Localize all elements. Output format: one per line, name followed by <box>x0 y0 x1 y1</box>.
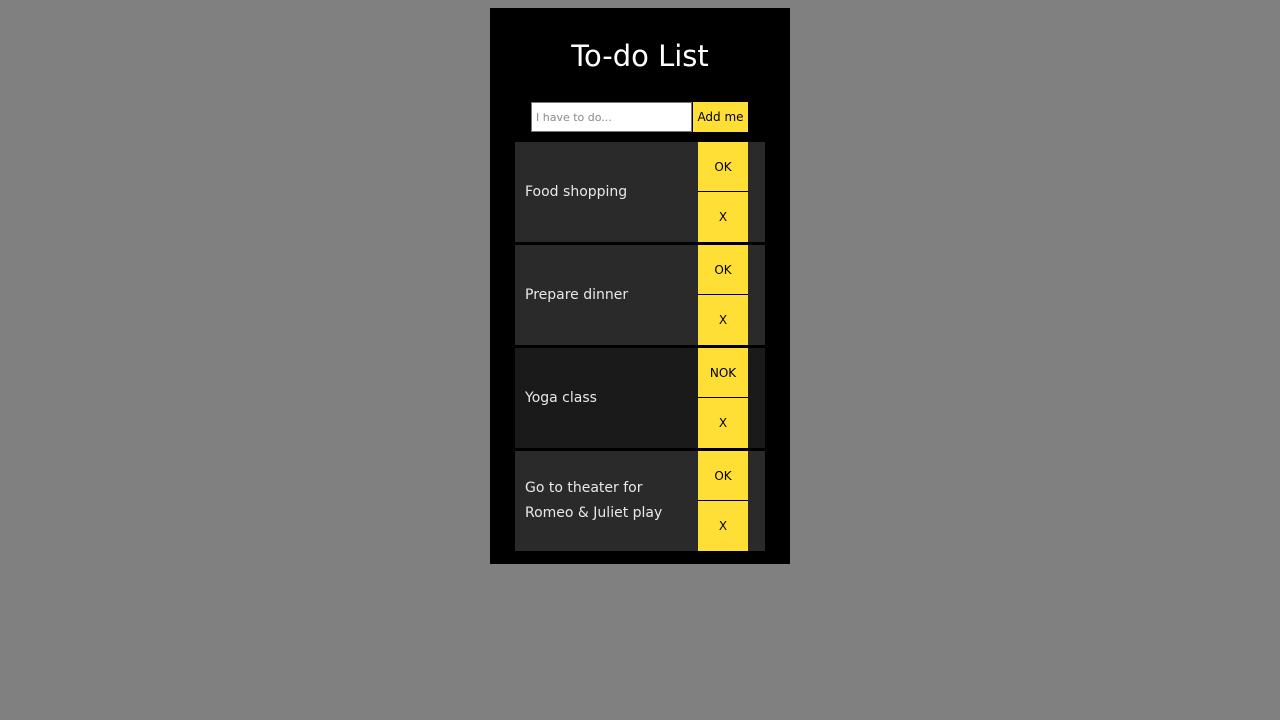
task-text: Food shopping <box>525 183 628 200</box>
task-list: Food shopping OK X Prepare dinner OK X Y… <box>515 142 765 554</box>
task-text: Go to theater for Romeo & Juliet play <box>525 480 663 521</box>
toggle-done-button[interactable]: OK <box>698 142 748 192</box>
toggle-done-button[interactable]: OK <box>698 245 748 295</box>
task-input[interactable] <box>531 102 692 132</box>
page-title: To-do List <box>571 39 709 73</box>
task-actions: OK X <box>698 451 748 551</box>
task-actions: OK X <box>698 142 748 242</box>
add-task-button[interactable]: Add me <box>693 102 748 132</box>
delete-task-button[interactable]: X <box>698 192 748 242</box>
task-row: Prepare dinner OK X <box>515 245 765 345</box>
task-row: Go to theater for Romeo & Juliet play OK… <box>515 451 765 551</box>
task-row: Food shopping OK X <box>515 142 765 242</box>
delete-task-button[interactable]: X <box>698 398 748 448</box>
todo-card: To-do List Add me Food shopping OK X Pre… <box>490 8 790 564</box>
toggle-done-button[interactable]: NOK <box>698 348 748 398</box>
task-text: Prepare dinner <box>525 286 629 303</box>
task-text: Yoga class <box>525 389 597 406</box>
delete-task-button[interactable]: X <box>698 501 748 551</box>
add-task-form: Add me <box>531 102 748 132</box>
task-actions: NOK X <box>698 348 748 448</box>
task-row-completed: Yoga class NOK X <box>515 348 765 448</box>
toggle-done-button[interactable]: OK <box>698 451 748 501</box>
task-actions: OK X <box>698 245 748 345</box>
delete-task-button[interactable]: X <box>698 295 748 345</box>
